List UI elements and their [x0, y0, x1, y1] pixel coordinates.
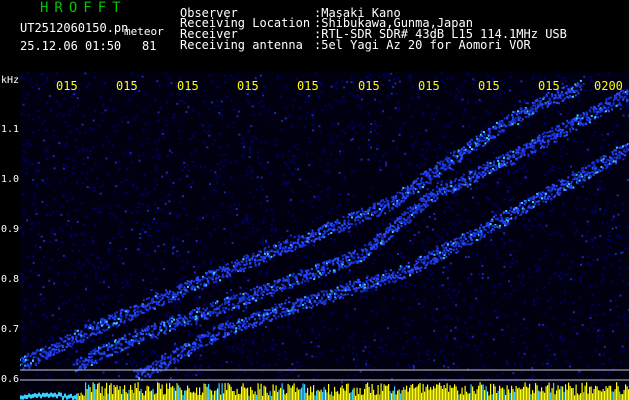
mode-label: meteor [124, 25, 164, 38]
count-label: 81 [142, 39, 157, 53]
x-tick-4: 015 [237, 79, 259, 93]
x-tick-2: 015 [116, 79, 138, 93]
x-tick-3: 015 [177, 79, 199, 93]
y-axis-unit: kHz [1, 75, 20, 86]
app-title: HROFFT [40, 0, 127, 16]
hrofft-screen: HROFFT UT2512060150.pn meteor 25.12.06 0… [0, 0, 629, 400]
y-tick-0-6: 0.6 [1, 374, 20, 385]
datetime-label: 25.12.06 01:50 [20, 39, 122, 53]
x-tick-6: 015 [358, 79, 380, 93]
y-tick-0-7: 0.7 [1, 324, 20, 335]
spectrogram [20, 72, 629, 400]
x-tick-9: 015 [538, 79, 560, 93]
x-tick-1: 015 [56, 79, 78, 93]
y-tick-0-9: 0.9 [1, 224, 20, 235]
y-tick-1-1: 1.1 [1, 124, 20, 135]
info-label-antenna: Receiving antenna [180, 38, 303, 52]
file-name: UT2512060150.pn [20, 21, 129, 35]
y-tick-1-0: 1.0 [1, 174, 20, 185]
x-tick-7: 015 [418, 79, 440, 93]
x-tick-5: 015 [297, 79, 319, 93]
x-tick-10: 0200 [594, 79, 623, 93]
x-tick-8: 015 [478, 79, 500, 93]
info-value-antenna: :5el Yagi Az 20 for Aomori VOR [314, 38, 531, 52]
spectrogram-canvas [20, 72, 629, 400]
y-tick-0-8: 0.8 [1, 274, 20, 285]
